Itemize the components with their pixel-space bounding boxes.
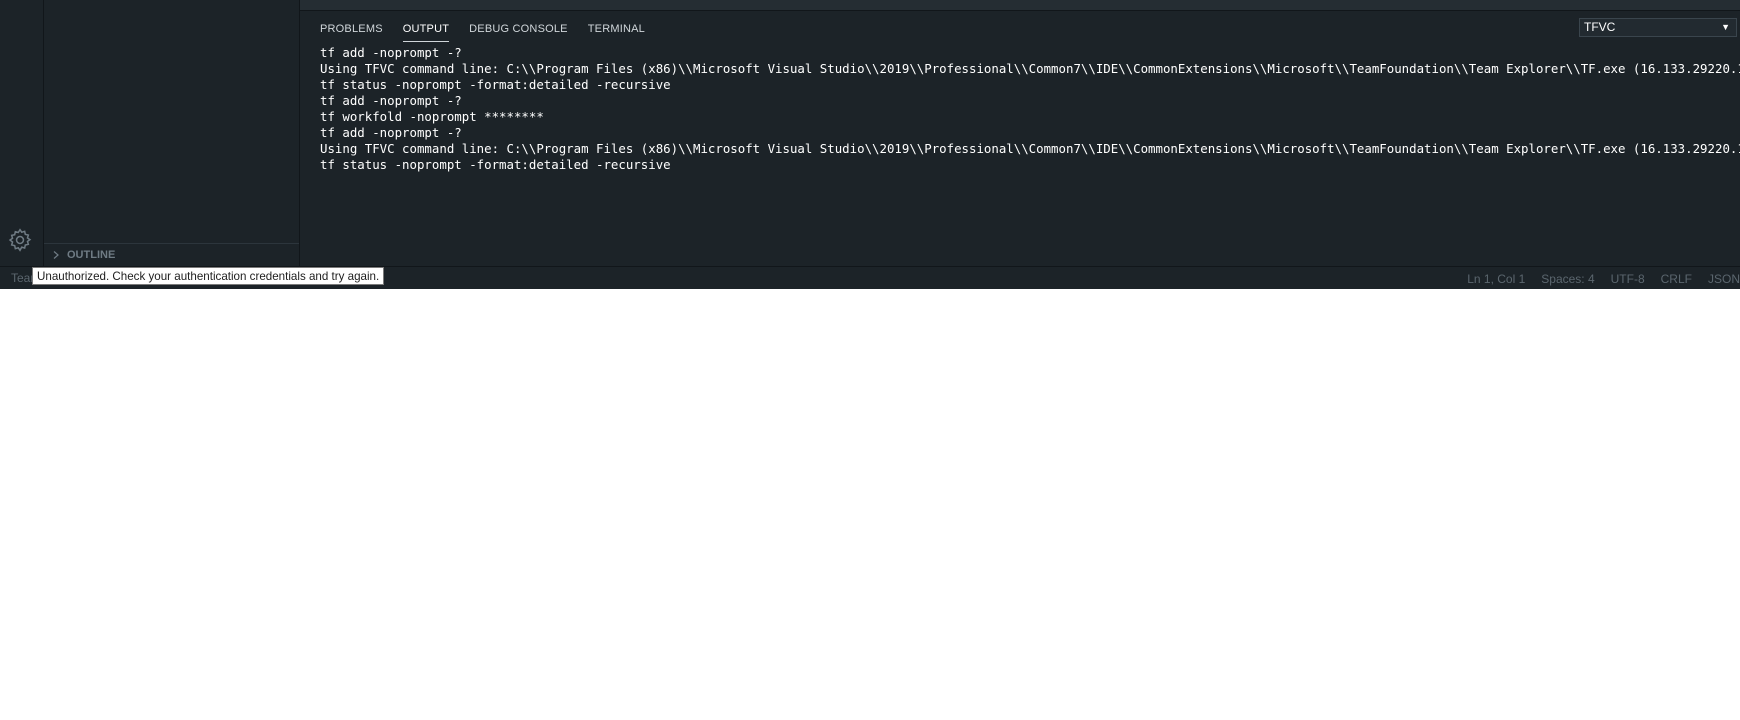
output-line: Using TFVC command line: C:\\Program Fil… <box>320 61 1740 76</box>
output-line: Using TFVC command line: C:\\Program Fil… <box>320 141 1740 156</box>
outline-label: OUTLINE <box>67 249 116 261</box>
output-channel-value: TFVC <box>1584 20 1616 34</box>
output-line: tf status -noprompt -format:detailed -re… <box>320 77 671 92</box>
tab-output[interactable]: OUTPUT <box>402 19 450 42</box>
tab-debug-console[interactable]: DEBUG CONSOLE <box>469 19 568 41</box>
status-right-items: Ln 1, Col 1 Spaces: 4 UTF-8 CRLF JSON <box>1467 272 1740 286</box>
chevron-right-icon <box>53 251 59 259</box>
tab-problems[interactable]: PROBLEMS <box>320 19 383 41</box>
output-line: tf status -noprompt -format:detailed -re… <box>320 157 671 172</box>
output-line: tf workfold -noprompt ******** <box>320 109 544 124</box>
output-line: tf add -noprompt -? <box>320 125 462 140</box>
status-cursor-position[interactable]: Ln 1, Col 1 <box>1467 272 1525 286</box>
activity-bar <box>0 0 44 266</box>
tab-terminal[interactable]: TERMINAL <box>588 19 645 41</box>
outline-section-header[interactable]: OUTLINE <box>44 243 299 266</box>
gear-icon[interactable] <box>7 227 33 253</box>
status-encoding[interactable]: UTF-8 <box>1611 272 1645 286</box>
output-panel: PROBLEMS OUTPUT DEBUG CONSOLE TERMINAL T… <box>300 11 1740 266</box>
status-indentation[interactable]: Spaces: 4 <box>1541 272 1594 286</box>
vscode-window: OUTLINE PROBLEMS OUTPUT DEBUG CONSOLE TE… <box>0 0 1740 289</box>
dropdown-arrow-icon: ▼ <box>1721 22 1730 32</box>
status-eol[interactable]: CRLF <box>1661 272 1692 286</box>
error-tooltip: Unauthorized. Check your authentication … <box>32 267 385 285</box>
output-channel-select[interactable]: TFVC ▼ <box>1579 18 1737 37</box>
output-log[interactable]: tf add -noprompt -? Using TFVC command li… <box>320 45 1740 265</box>
status-language[interactable]: JSON <box>1708 272 1740 286</box>
output-line: tf add -noprompt -? <box>320 45 462 60</box>
output-line: tf add -noprompt -? <box>320 93 462 108</box>
editor-area <box>300 0 1740 11</box>
sidebar: OUTLINE <box>44 0 300 266</box>
